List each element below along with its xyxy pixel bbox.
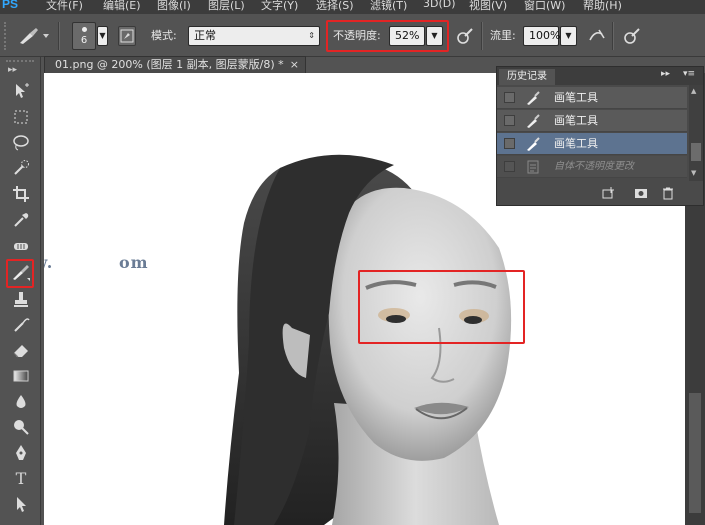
history-tab[interactable]: 历史记录: [499, 69, 555, 85]
history-source-checkbox[interactable]: [504, 92, 515, 103]
menu-type[interactable]: 文字(Y): [261, 0, 298, 13]
flow-dropdown[interactable]: ▼: [560, 26, 577, 46]
close-tab-icon[interactable]: ×: [290, 57, 299, 73]
history-scroll-thumb[interactable]: [691, 143, 701, 161]
brush-size-dropdown[interactable]: ▼: [97, 26, 108, 46]
quick-selection-tool-icon[interactable]: [9, 158, 33, 180]
updown-icon: ⇕: [308, 31, 315, 40]
type-tool-icon[interactable]: T: [9, 468, 33, 490]
trash-icon[interactable]: [661, 186, 675, 203]
menu-layer[interactable]: 图层(L): [208, 0, 245, 13]
new-document-from-state-icon[interactable]: [601, 186, 617, 203]
panel-menu-icon[interactable]: ▾≡: [683, 69, 695, 79]
history-panel: 历史记录 ▸▸ ▾≡ 画笔工具 画笔工具 画笔工具 自体不透明度更改 ▲ ▼: [496, 66, 704, 206]
brush-icon: [525, 136, 541, 152]
mode-label: 模式:: [151, 29, 177, 42]
brush-size-picker[interactable]: 6: [72, 22, 96, 50]
menu-window[interactable]: 窗口(W): [524, 0, 565, 13]
options-grip[interactable]: [4, 22, 10, 50]
marquee-tool-icon[interactable]: [9, 107, 33, 129]
history-source-checkbox[interactable]: [504, 115, 515, 126]
history-item-label: 自体不透明度更改: [554, 161, 634, 172]
pressure-opacity-icon[interactable]: [455, 26, 475, 46]
healing-brush-tool-icon[interactable]: [9, 236, 33, 258]
brush-tool-highlight-box: [6, 259, 34, 288]
brush-tool-icon: [20, 28, 49, 44]
eraser-tool-icon[interactable]: [9, 340, 33, 362]
menu-view[interactable]: 视图(V): [469, 0, 507, 13]
blur-tool-icon[interactable]: [9, 392, 33, 414]
brush-preset-picker[interactable]: [16, 26, 50, 46]
history-item-selected[interactable]: 画笔工具: [497, 133, 687, 155]
document-tab-title: 01.png @ 200% (图层 1 副本, 图层蒙版/8) *: [55, 58, 284, 71]
photoshop-logo: PS: [2, 0, 19, 11]
history-panel-footer: [497, 181, 703, 205]
brush-icon: [525, 113, 541, 129]
scroll-down-icon[interactable]: ▼: [691, 169, 696, 177]
watermark-text: www. om: [44, 253, 149, 272]
menu-edit[interactable]: 编辑(E): [103, 0, 141, 13]
pressure-size-icon[interactable]: [622, 26, 642, 46]
history-item[interactable]: 画笔工具: [497, 110, 687, 132]
gradient-tool-icon[interactable]: [9, 366, 33, 388]
history-brush-tool-icon[interactable]: [9, 315, 33, 337]
brush-icon: [525, 90, 541, 106]
mode-select[interactable]: 正常 ⇕: [188, 26, 320, 46]
lasso-tool-icon[interactable]: [9, 133, 33, 155]
tools-expand-icon[interactable]: ▸▸: [8, 65, 17, 75]
pen-tool-icon[interactable]: [9, 443, 33, 465]
history-panel-header: 历史记录 ▸▸ ▾≡: [497, 67, 703, 85]
history-item-label: 画笔工具: [554, 91, 598, 104]
scroll-up-icon[interactable]: ▲: [691, 87, 696, 95]
menu-filter[interactable]: 滤镜(T): [370, 0, 407, 13]
menu-3d[interactable]: 3D(D): [423, 0, 456, 10]
brush-size-value: 6: [80, 35, 88, 46]
eyedropper-tool-icon[interactable]: [9, 210, 33, 232]
document-icon: [525, 159, 541, 175]
crop-tool-icon[interactable]: [9, 184, 33, 206]
history-item-label: 画笔工具: [554, 114, 598, 127]
opacity-highlight-box: [326, 20, 449, 52]
history-scrollbar[interactable]: ▲ ▼: [689, 85, 703, 181]
panel-collapse-icon[interactable]: ▸▸: [661, 69, 670, 79]
flow-label: 流里:: [490, 29, 516, 42]
eyes-highlight-box: [358, 270, 525, 344]
tools-panel: ▸▸ T: [0, 57, 41, 525]
brush-dot-icon: [82, 27, 87, 32]
menu-bar: PS 文件(F) 编辑(E) 图像(I) 图层(L) 文字(Y) 选择(S) 滤…: [0, 0, 705, 14]
history-item[interactable]: 画笔工具: [497, 87, 687, 109]
airbrush-icon[interactable]: [587, 26, 607, 46]
flow-input[interactable]: 100%: [523, 26, 560, 46]
history-source-checkbox[interactable]: [504, 138, 515, 149]
history-source-checkbox[interactable]: [504, 161, 515, 172]
menu-file[interactable]: 文件(F): [46, 0, 83, 13]
new-snapshot-icon[interactable]: [633, 186, 649, 203]
dodge-tool-icon[interactable]: [9, 417, 33, 439]
menu-image[interactable]: 图像(I): [157, 0, 191, 13]
history-item-dimmed[interactable]: 自体不透明度更改: [497, 156, 687, 178]
history-item-label: 画笔工具: [554, 137, 598, 150]
options-bar: 6 ▼ 模式: 正常 ⇕ 不透明度: 52% ▼ 流里: 100% ▼: [0, 14, 705, 57]
path-selection-tool-icon[interactable]: [9, 494, 33, 516]
menu-select[interactable]: 选择(S): [316, 0, 354, 13]
mode-value: 正常: [194, 29, 216, 42]
menu-help[interactable]: 帮助(H): [583, 0, 622, 13]
document-tab[interactable]: 01.png @ 200% (图层 1 副本, 图层蒙版/8) * ×: [44, 56, 306, 73]
canvas-scroll-thumb[interactable]: [689, 393, 701, 513]
move-tool-icon[interactable]: [9, 81, 33, 103]
brush-panel-toggle-icon[interactable]: [118, 26, 136, 46]
clone-stamp-tool-icon[interactable]: [9, 290, 33, 312]
